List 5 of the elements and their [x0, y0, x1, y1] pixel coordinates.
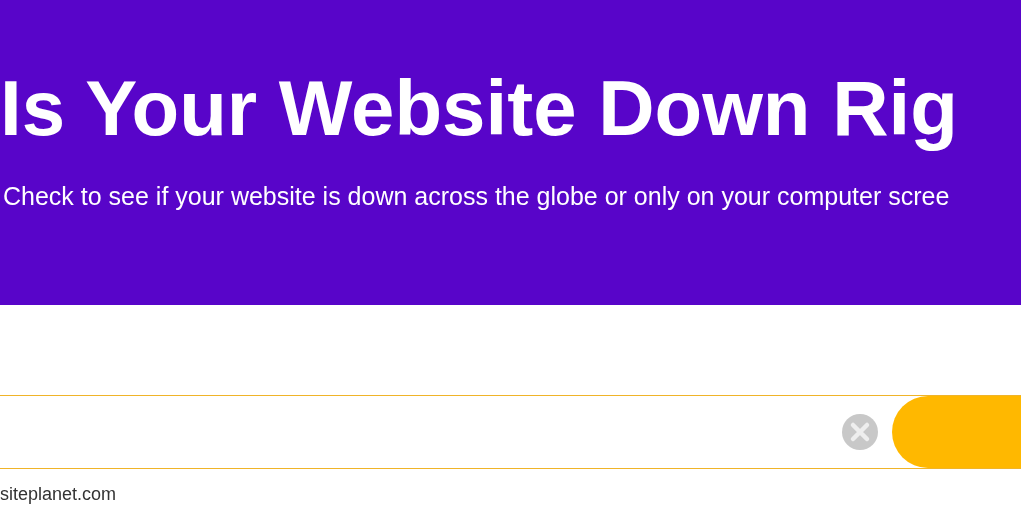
page-title: Is Your Website Down Rig [0, 63, 958, 154]
page-subtitle: Check to see if your website is down across the globe or only on your computer scree [2, 182, 950, 211]
check-button[interactable] [892, 396, 1021, 468]
site-domain-text: siteplanet.com [0, 484, 117, 504]
clear-icon[interactable] [842, 414, 878, 450]
